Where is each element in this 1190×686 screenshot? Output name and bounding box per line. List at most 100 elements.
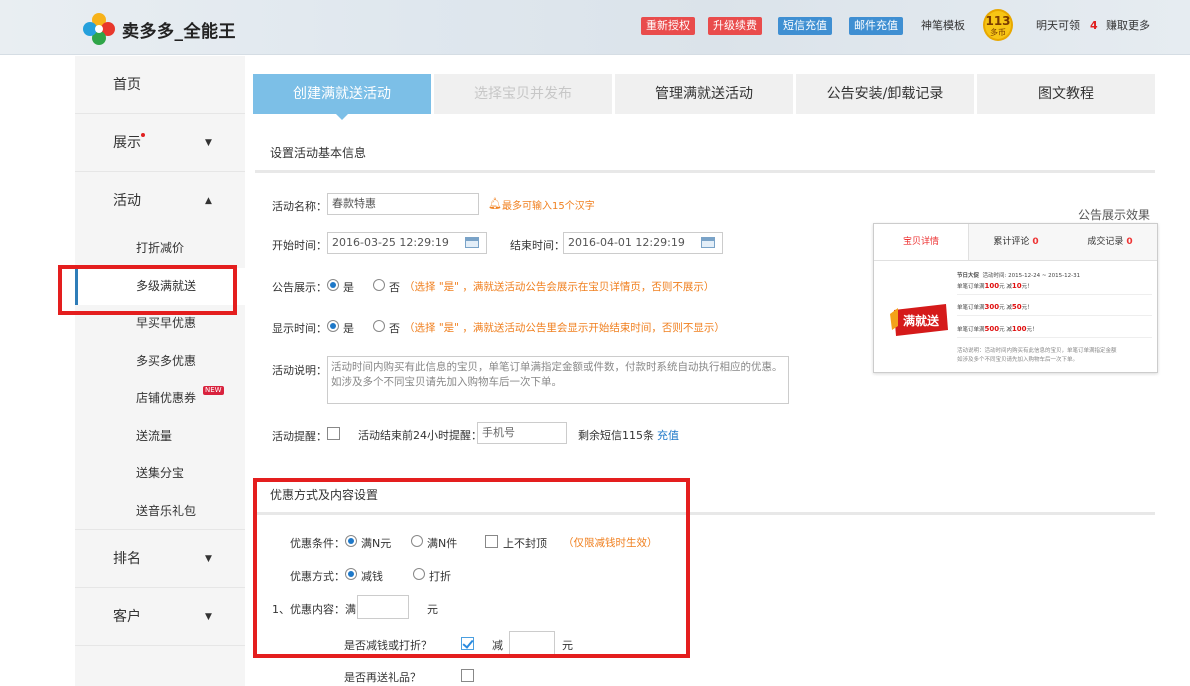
showtime-no-radio[interactable] xyxy=(373,320,385,332)
sidebar-subitem-coupon[interactable]: 店铺优惠券 NEW xyxy=(75,380,245,418)
sidebar-item-ranking[interactable]: 排名 ▼ xyxy=(75,530,245,588)
preview-tab-count: 0 xyxy=(1032,237,1039,247)
preview-separator xyxy=(957,294,1152,295)
logo[interactable]: 卖多多_全能王 xyxy=(82,12,236,46)
rule-text: 元！ xyxy=(1026,327,1038,333)
rule-text: 单笔订单满 xyxy=(957,284,985,290)
preview-tabs: 宝贝详情 累计评论 0 成交记录 0 xyxy=(874,224,1157,261)
sidebar-subitem-discount[interactable]: 打折减价 xyxy=(75,230,245,268)
showtime-no-label: 否 xyxy=(389,322,400,335)
sidebar-subitem-buy-more[interactable]: 多买多优惠 xyxy=(75,343,245,381)
full-gift-badge-icon: 满就送 xyxy=(890,304,948,336)
bell-icon: 🔔︎ xyxy=(488,197,502,210)
reminder-checkbox[interactable] xyxy=(327,427,340,440)
sidebar-subitem-label: 早买早优惠 xyxy=(136,316,197,330)
sidebar-item-label: 展示 xyxy=(113,135,141,151)
sidebar-item-display[interactable]: 展示 ▼ xyxy=(75,114,245,172)
preview-tab-deals: 成交记录 0 xyxy=(1063,224,1157,260)
end-time-label: 结束时间： xyxy=(510,239,565,252)
notice-no-radio[interactable] xyxy=(373,279,385,291)
gift-question: 是否再送礼品？ xyxy=(344,671,421,684)
description-label: 活动说明： xyxy=(272,364,327,377)
sidebar-subitem-label: 送集分宝 xyxy=(136,466,185,480)
rule-amount: 300 xyxy=(984,303,1000,311)
logo-text: 卖多多_全能王 xyxy=(122,21,236,42)
sidebar-item-label: 客户 xyxy=(113,609,141,625)
sidebar-item-label: 活动 xyxy=(113,193,141,209)
badge-text: 满就送 xyxy=(903,313,940,328)
end-time-value: 2016-04-01 12:29:19 xyxy=(568,236,685,249)
preview-rule-1: 单笔订单满100元 减10元！ xyxy=(957,282,1033,290)
calendar-icon[interactable] xyxy=(465,237,479,248)
sidebar-subitem-label: 打折减价 xyxy=(136,241,185,255)
start-time-input[interactable]: 2016-03-25 12:29:19 xyxy=(327,232,487,254)
tab-manage-activity[interactable]: 管理满就送活动 xyxy=(615,74,793,114)
sidebar-subitem-label: 多买多优惠 xyxy=(136,353,197,368)
notice-no-label: 否 xyxy=(389,281,400,294)
reminder-text: 活动结束前24小时提醒： xyxy=(358,429,482,442)
notification-dot xyxy=(141,133,145,137)
notice-yes-radio[interactable] xyxy=(327,279,339,291)
preview-separator xyxy=(957,315,1152,316)
new-badge: NEW xyxy=(203,386,224,395)
start-time-label: 开始时间： xyxy=(272,239,327,252)
preview-tab-reviews: 累计评论 0 xyxy=(969,224,1063,260)
sidebar-subitem-jifenbao[interactable]: 送集分宝 xyxy=(75,455,245,493)
calendar-icon[interactable] xyxy=(701,237,715,248)
sms-recharge-button[interactable]: 短信充值 xyxy=(778,17,832,35)
name-hint: 最多可输入15个汉字 xyxy=(502,201,595,212)
end-time-input[interactable]: 2016-04-01 12:29:19 xyxy=(563,232,723,254)
notice-preview: 宝贝详情 累计评论 0 成交记录 0 满就送 节日大促 活动时间: 2015-1… xyxy=(873,223,1158,373)
tab-notice-records[interactable]: 公告安装/卸载记录 xyxy=(796,74,974,114)
earn-more-link[interactable]: 赚取更多 xyxy=(1106,17,1150,35)
recharge-link[interactable]: 充值 xyxy=(657,427,679,443)
activity-name-label: 活动名称： xyxy=(272,200,327,213)
reauthorize-button[interactable]: 重新授权 xyxy=(641,17,695,35)
showtime-yes-radio[interactable] xyxy=(327,320,339,332)
sidebar-item-customer[interactable]: 客户 ▼ xyxy=(75,588,245,646)
sidebar-item-home[interactable]: 首页 xyxy=(75,56,245,114)
preview-rule-3: 单笔订单满500元 减100元！ xyxy=(957,325,1038,333)
triangle-up-icon: ▲ xyxy=(205,196,212,206)
sidebar-item-label: 排名 xyxy=(113,551,141,567)
sidebar-item-activity[interactable]: 活动 ▲ xyxy=(75,172,245,230)
show-time-label: 显示时间： xyxy=(272,322,327,335)
rule-text: 元 减 xyxy=(999,327,1012,333)
phone-input[interactable]: 手机号 xyxy=(477,422,567,444)
email-recharge-button[interactable]: 邮件充值 xyxy=(849,17,903,35)
rule-text: 元 减 xyxy=(999,284,1012,290)
section-divider xyxy=(255,170,1155,173)
tab-bar: 创建满就送活动 选择宝贝并发布 管理满就送活动 公告安装/卸载记录 图文教程 xyxy=(253,74,1155,120)
tomorrow-claim-label[interactable]: 明天可领 xyxy=(1036,17,1080,35)
triangle-down-icon: ▼ xyxy=(205,612,212,622)
gift-checkbox[interactable] xyxy=(461,669,474,682)
top-header: 卖多多_全能王 重新授权 升级续费 短信充值 邮件充值 神笔模板 113 多币 … xyxy=(0,0,1190,55)
tab-tutorial[interactable]: 图文教程 xyxy=(977,74,1155,114)
preview-tab-label: 成交记录 xyxy=(1087,237,1124,247)
notice-display-label: 公告展示： xyxy=(272,281,327,294)
coin-badge[interactable]: 113 多币 xyxy=(983,9,1013,41)
rule-cut: 100 xyxy=(1011,325,1027,333)
rule-text: 单笔订单满 xyxy=(957,305,985,311)
notice-hint: （选择 "是" ，满就送活动公告会展示在宝贝详情页，否则不展示） xyxy=(404,281,715,293)
sidebar-subitem-music-gift[interactable]: 送音乐礼包 xyxy=(75,493,245,530)
preview-rule-2: 单笔订单满300元 减50元！ xyxy=(957,303,1033,311)
preview-event-time: 活动时间: 2015-12-24 ~ 2015-12-31 xyxy=(982,273,1081,279)
pinwheel-logo-icon xyxy=(83,13,115,45)
preview-title: 公告展示效果 xyxy=(1078,208,1151,222)
tab-create-activity[interactable]: 创建满就送活动 xyxy=(253,74,431,120)
highlight-box-discount xyxy=(253,478,690,658)
rule-text: 单笔订单满 xyxy=(957,327,985,333)
showtime-hint: （选择 "是" ，满就送活动公告里会显示开始结束时间，否则不显示） xyxy=(404,322,725,334)
upgrade-renew-button[interactable]: 升级续费 xyxy=(708,17,762,35)
sidebar-subitem-label: 店铺优惠券 xyxy=(136,391,197,405)
section-title-basic: 设置活动基本信息 xyxy=(270,146,367,160)
rule-cut: 50 xyxy=(1011,303,1022,311)
activity-name-input[interactable]: 春款特惠 xyxy=(327,193,479,215)
description-textarea[interactable]: 活动时间内购买有此信息的宝贝，单笔订单满指定金额或件数，付款时系统自动执行相应的… xyxy=(327,356,789,404)
preview-tab-detail: 宝贝详情 xyxy=(874,224,969,260)
tomorrow-claim-count: 4 xyxy=(1090,19,1098,32)
coin-unit: 多币 xyxy=(990,28,1006,37)
sidebar-subitem-traffic[interactable]: 送流量 xyxy=(75,418,245,456)
brush-template-link[interactable]: 神笔模板 xyxy=(921,17,965,35)
